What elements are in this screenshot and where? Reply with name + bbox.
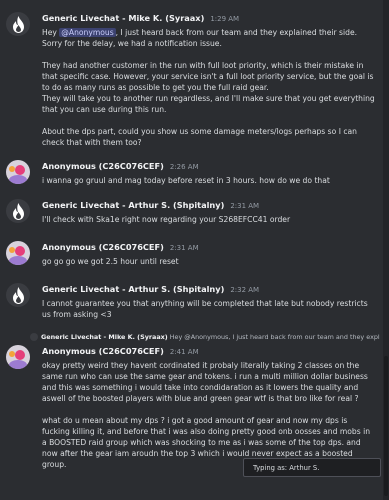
text: They will take you to another run regard… — [42, 94, 375, 114]
message-body: i wanna go gruul and mag today before re… — [42, 176, 330, 185]
text: okay pretty weird they havent cordinated… — [42, 361, 368, 403]
message-body: go go go we got 2.5 hour until reset — [42, 257, 179, 266]
message-body: I cannot guarantee you that anything wil… — [42, 299, 368, 319]
flame-logo-icon — [12, 202, 24, 220]
reply-preview[interactable]: Generic Livechat - Mike K. (Syraax) Hey … — [30, 333, 380, 343]
avatar[interactable] — [6, 283, 30, 307]
timestamp: 2:31 AM — [169, 244, 199, 252]
mention[interactable]: @Anonymous — [59, 28, 116, 37]
message-header: Generic Livechat - Mike K. (Syraax) 1:29 … — [42, 13, 239, 25]
message-header: Generic Livechat - Arthur S. (Shpitalny)… — [42, 284, 259, 296]
message-header: Anonymous (C26C076CEF) 2:41 AM — [42, 346, 199, 358]
author-name[interactable]: Generic Livechat - Mike K. (Syraax) — [42, 13, 204, 23]
message-header: Anonymous (C26C076CEF) 2:31 AM — [42, 242, 199, 254]
avatar[interactable] — [6, 199, 30, 223]
flame-logo-icon — [12, 286, 24, 304]
avatar[interactable] — [6, 160, 30, 184]
avatar[interactable] — [6, 12, 30, 36]
typing-as-indicator: Typing as: Arthur S. — [243, 458, 381, 477]
reply-avatar — [30, 333, 38, 341]
message-body: Hey @Anonymous, I just heard back from o… — [42, 27, 377, 148]
text: Hey — [42, 28, 60, 37]
scrollbar[interactable] — [383, 0, 389, 500]
flame-logo-icon — [12, 15, 24, 33]
chat-message-list: Generic Livechat - Mike K. (Syraax) 1:29 … — [0, 0, 383, 500]
timestamp: 2:26 AM — [169, 163, 199, 171]
timestamp: 2:31 AM — [230, 202, 260, 210]
message-header: Anonymous (C26C076CEF) 2:26 AM — [42, 161, 199, 173]
message-body: okay pretty weird they havent cordinated… — [42, 360, 377, 470]
author-name[interactable]: Anonymous (C26C076CEF) — [42, 346, 164, 356]
author-name[interactable]: Generic Livechat - Arthur S. (Shpitalny) — [42, 284, 224, 294]
message-header: Generic Livechat - Arthur S. (Shpitalny)… — [42, 200, 259, 212]
text: They had another customer in the run wit… — [42, 61, 374, 92]
timestamp: 1:29 AM — [210, 15, 240, 23]
message-body: I'll check with Ska1e right now regardin… — [42, 215, 291, 224]
author-name[interactable]: Anonymous (C26C076CEF) — [42, 242, 164, 252]
author-name[interactable]: Generic Livechat - Arthur S. (Shpitalny) — [42, 200, 224, 210]
timestamp: 2:32 AM — [230, 286, 260, 294]
avatar[interactable] — [6, 241, 30, 265]
reply-author: Generic Livechat - Mike K. (Syraax) — [41, 333, 168, 341]
scrollbar-thumb[interactable] — [384, 356, 388, 496]
avatar[interactable] — [6, 345, 30, 369]
text: About the dps part, could you show us so… — [42, 127, 357, 147]
timestamp: 2:41 AM — [169, 348, 199, 356]
author-name[interactable]: Anonymous (C26C076CEF) — [42, 161, 164, 171]
reply-text: Hey @Anonymous, I just heard back from o… — [169, 333, 380, 341]
